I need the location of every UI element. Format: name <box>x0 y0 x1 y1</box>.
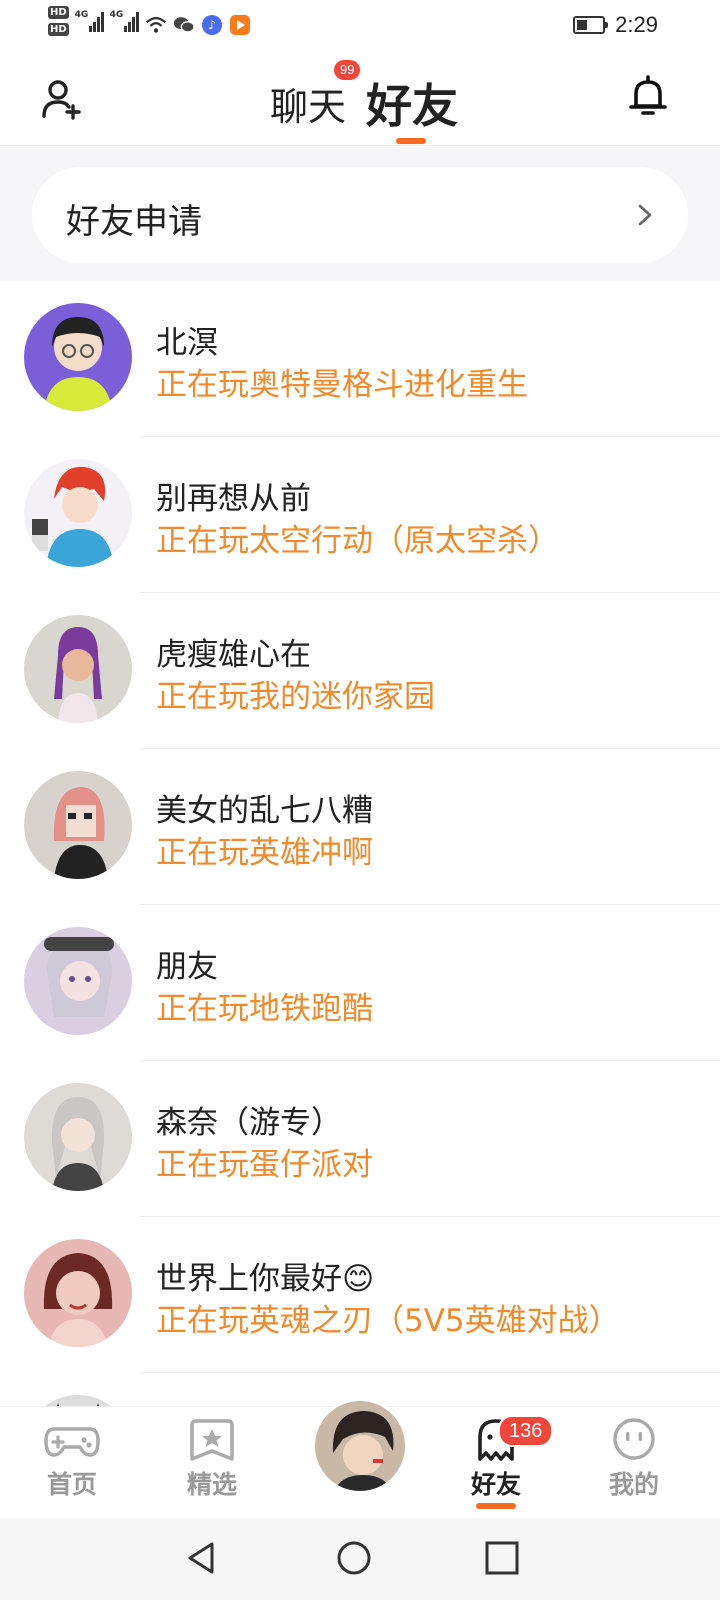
friend-status: 正在玩蛋仔派对 <box>156 1147 373 1183</box>
friend-name: 森奈（游专） <box>156 1105 342 1141</box>
friend-name: 世界上你最好😊 <box>156 1261 375 1297</box>
friend-row[interactable]: 森奈（游专） 正在玩蛋仔派对 <box>0 1061 720 1217</box>
avatar <box>24 615 132 723</box>
chevron-right-icon <box>638 204 652 226</box>
friend-row[interactable]: 世界上你最好😊 正在玩英魂之刃（5V5英雄对战） <box>0 1217 720 1373</box>
home-circle-icon[interactable] <box>334 1538 374 1578</box>
avatar <box>24 1239 132 1347</box>
friends-badge: 136 <box>498 1415 554 1447</box>
battery-icon <box>573 16 609 34</box>
video-app-icon <box>229 14 251 36</box>
avatar <box>24 459 132 567</box>
status-bar: HD HD 4G 4G ♪ 2:29 <box>0 0 720 50</box>
friend-name: 朋友 <box>156 949 218 985</box>
friend-row[interactable]: 别再想从前 正在玩太空行动（原太空杀） <box>0 437 720 593</box>
friend-name: 别再想从前 <box>156 481 311 517</box>
nav-friends-label: 好友 <box>470 1470 521 1499</box>
friend-row[interactable]: 美女的乱七八糟 正在玩英雄冲啊 <box>0 749 720 905</box>
friend-requests-label: 好友申请 <box>66 202 202 242</box>
star-bookmark-icon <box>190 1419 234 1461</box>
signal-icon: 4G <box>75 6 104 32</box>
nav-active-indicator <box>476 1503 516 1509</box>
nav-home-label: 首页 <box>46 1470 97 1499</box>
friend-row[interactable]: 北溟 正在玩奥特曼格斗进化重生 <box>0 281 720 437</box>
face-icon <box>613 1418 655 1460</box>
hd-indicator-2: HD <box>48 23 69 36</box>
clock: 2:29 <box>615 12 658 37</box>
friend-status: 正在玩奥特曼格斗进化重生 <box>156 367 528 403</box>
avatar <box>24 303 132 411</box>
recents-icon[interactable] <box>482 1538 522 1578</box>
music-app-icon: ♪ <box>201 14 223 36</box>
active-tab-indicator <box>396 138 426 144</box>
add-friend-icon[interactable] <box>40 76 86 122</box>
friend-requests-section: 好友申请 <box>0 147 720 281</box>
chat-unread-badge: 99 <box>334 60 361 80</box>
tab-chat[interactable]: 聊天 <box>270 76 346 131</box>
back-icon[interactable] <box>182 1538 222 1578</box>
signal-icon: 4G <box>110 6 139 32</box>
friend-name: 美女的乱七八糟 <box>156 793 373 829</box>
top-header: 聊天 99 好友 <box>0 50 720 146</box>
bell-icon[interactable] <box>626 74 670 120</box>
gamepad-icon <box>44 1427 100 1457</box>
friend-status: 正在玩英雄冲啊 <box>156 835 373 871</box>
nav-mine[interactable]: 我的 <box>584 1415 684 1501</box>
nav-friends[interactable]: 136 好友 <box>446 1415 554 1509</box>
avatar <box>24 1083 132 1191</box>
tab-friends[interactable]: 好友 <box>366 70 458 136</box>
friend-status: 正在玩英魂之刃（5V5英雄对战） <box>156 1303 620 1339</box>
friend-row[interactable]: 朋友 正在玩地铁跑酷 <box>0 905 720 1061</box>
hd-indicator-1: HD <box>48 6 69 19</box>
nav-featured-label: 精选 <box>186 1470 237 1499</box>
friend-name: 北溟 <box>156 325 218 361</box>
friend-status: 正在玩太空行动（原太空杀） <box>156 523 559 559</box>
nav-featured[interactable]: 精选 <box>162 1415 262 1501</box>
avatar <box>24 927 132 1035</box>
svg-text:♪: ♪ <box>208 18 216 32</box>
avatar <box>24 771 132 879</box>
friend-requests-button[interactable]: 好友申请 <box>32 167 688 263</box>
friend-status: 正在玩我的迷你家园 <box>156 679 435 715</box>
friend-status: 正在玩地铁跑酷 <box>156 991 373 1027</box>
nav-mine-label: 我的 <box>608 1470 659 1499</box>
nav-home[interactable]: 首页 <box>22 1415 122 1501</box>
friend-row[interactable]: 虎瘦雄心在 正在玩我的迷你家园 <box>0 593 720 749</box>
friend-list: 北溟 正在玩奥特曼格斗进化重生 别再想从前 正在玩太空行动（原太空杀） 虎瘦雄心… <box>0 281 720 1503</box>
wechat-icon <box>173 14 195 36</box>
system-nav-bar <box>0 1518 720 1600</box>
wifi-icon <box>145 14 167 36</box>
friend-name: 虎瘦雄心在 <box>156 637 311 673</box>
center-profile-avatar[interactable] <box>312 1398 408 1494</box>
